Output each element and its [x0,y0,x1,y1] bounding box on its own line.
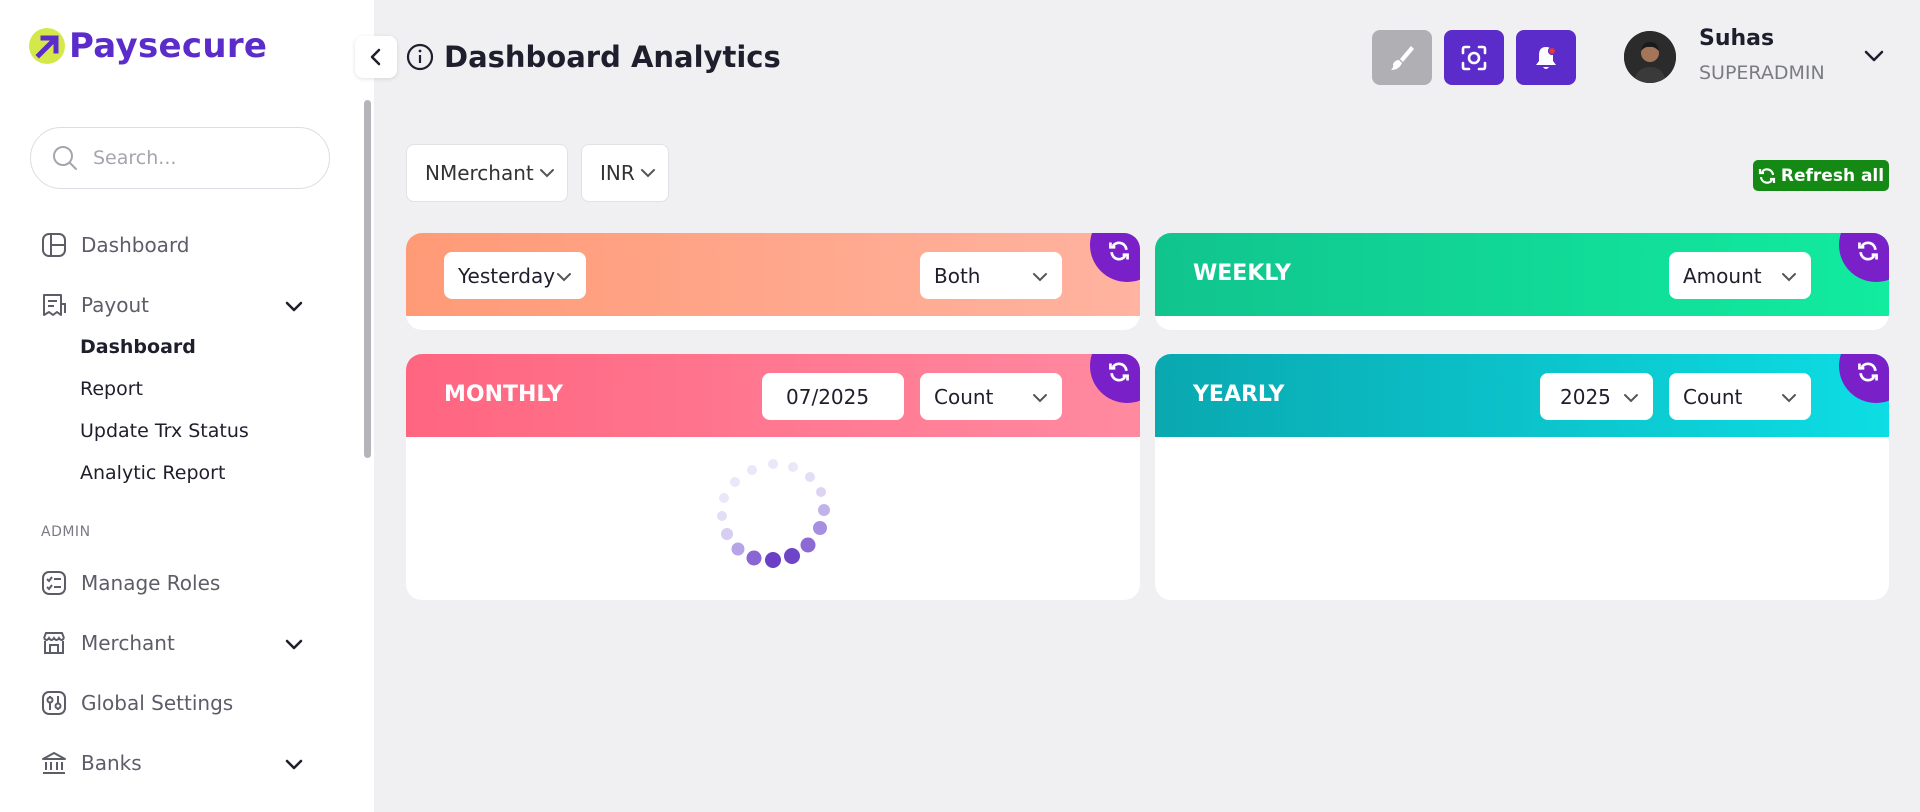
refresh-icon [1109,362,1129,382]
chevron-down-icon [539,169,554,178]
sidebar-subitem-report[interactable]: Report [80,378,143,400]
monthly-card: MONTHLY 07/2025 Count [406,354,1140,600]
sidebar: Paysecure Dashboard Payout Dashboard Rep… [0,0,374,812]
chevron-down-icon[interactable] [282,752,306,776]
period-select-value: Yesterday [458,263,556,288]
user-name: Suhas [1699,26,1775,51]
sidebar-item-label: Global Settings [81,691,234,715]
weekly-metric-select[interactable]: Amount [1669,252,1811,299]
chevron-down-icon [1033,394,1047,403]
daily-card: Yesterday Both [406,233,1140,330]
sidebar-item-merchant[interactable]: Merchant [40,629,175,657]
refresh-icon [1858,241,1878,261]
sidebar-item-label: Dashboard [81,233,190,257]
sidebar-scrollbar[interactable] [364,100,371,458]
year-select-value: 2025 [1560,384,1611,409]
user-role: SUPERADMIN [1699,62,1825,84]
month-picker[interactable]: 07/2025 [762,373,904,420]
search-box[interactable] [30,127,330,189]
notifications-button[interactable] [1516,30,1576,85]
bank-icon [40,749,68,777]
weekly-card: WEEKLY Amount [1155,233,1889,330]
sidebar-item-label: Payout [81,293,150,317]
year-select[interactable]: 2025 [1540,373,1653,420]
page-title: Dashboard Analytics [406,40,781,74]
currency-select-value: INR [600,161,635,185]
brand-name: Paysecure [69,26,268,66]
payout-icon [40,291,68,319]
dashboard-icon [40,231,68,259]
month-picker-value: 07/2025 [786,384,870,409]
loading-spinner-icon [717,459,830,568]
yearly-refresh-button[interactable] [1839,354,1889,403]
chevron-down-icon [1782,273,1796,282]
chevron-down-icon [640,169,655,178]
weekly-card-title: WEEKLY [1193,261,1291,286]
sidebar-item-label: Manage Roles [81,571,221,595]
sidebar-item-payout[interactable]: Payout [40,291,149,319]
focus-icon [1461,45,1487,70]
page-title-text: Dashboard Analytics [444,40,781,74]
sidebar-item-dashboard[interactable]: Dashboard [40,231,190,259]
chevron-left-icon [370,48,381,66]
daily-card-header: Yesterday Both [406,233,1140,316]
logo-mark-icon [29,28,65,64]
currency-select[interactable]: INR [581,144,669,202]
weekly-metric-value: Amount [1683,263,1762,288]
chevron-down-icon [1033,273,1047,282]
monthly-metric-select[interactable]: Count [920,373,1062,420]
monthly-card-header: MONTHLY 07/2025 Count [406,354,1140,437]
avatar[interactable] [1624,31,1676,83]
yearly-card: YEARLY 2025 Count [1155,354,1889,600]
weekly-card-header: WEEKLY Amount [1155,233,1889,316]
sidebar-subitem-analytic-report[interactable]: Analytic Report [80,462,225,484]
refresh-all-button[interactable]: Refresh all [1753,160,1889,191]
screenshot-button[interactable] [1444,30,1504,85]
refresh-icon [1109,241,1129,261]
sidebar-item-label: Merchant [81,631,175,655]
sidebar-item-global-settings[interactable]: Global Settings [40,689,233,717]
monthly-refresh-button[interactable] [1090,354,1140,403]
sidebar-collapse-button[interactable] [355,36,397,78]
monthly-metric-value: Count [934,384,994,409]
brand-logo[interactable]: Paysecure [29,26,267,66]
sidebar-item-manage-roles[interactable]: Manage Roles [40,569,220,597]
weekly-refresh-button[interactable] [1839,233,1889,282]
sidebar-item-banks[interactable]: Banks [40,749,142,777]
checklist-icon [40,569,68,597]
chevron-down-icon[interactable] [282,294,306,318]
brush-icon [1391,45,1414,70]
yearly-metric-select[interactable]: Count [1669,373,1811,420]
refresh-all-label: Refresh all [1780,165,1885,186]
clear-cache-button[interactable] [1372,30,1432,85]
chevron-down-icon[interactable] [1862,44,1886,68]
info-icon[interactable] [406,43,434,71]
search-icon [53,146,77,170]
daily-refresh-button[interactable] [1090,233,1140,282]
chevron-down-icon [1624,394,1638,403]
chevron-down-icon [1782,394,1796,403]
merchant-select[interactable]: NMerchant [406,144,568,202]
period-select[interactable]: Yesterday [444,252,586,299]
yearly-card-header: YEARLY 2025 Count [1155,354,1889,437]
store-icon [40,629,68,657]
monthly-card-title: MONTHLY [444,382,563,407]
search-input[interactable] [93,147,293,169]
refresh-icon [1858,362,1878,382]
sidebar-subitem-dashboard[interactable]: Dashboard [80,336,196,358]
sidebar-item-label: Banks [81,751,142,775]
yearly-metric-value: Count [1683,384,1743,409]
merchant-select-value: NMerchant [425,161,534,185]
user-photo-icon [1624,31,1676,83]
chevron-down-icon [557,273,571,282]
chevron-down-icon[interactable] [282,632,306,656]
bell-icon [1536,46,1557,69]
daily-metric-select[interactable]: Both [920,252,1062,299]
settings-sliders-icon [40,689,68,717]
sidebar-subitem-update-trx-status[interactable]: Update Trx Status [80,420,249,442]
section-label-admin: ADMIN [41,524,91,540]
daily-metric-value: Both [934,263,981,288]
yearly-card-title: YEARLY [1193,382,1285,407]
refresh-icon [1758,167,1775,184]
